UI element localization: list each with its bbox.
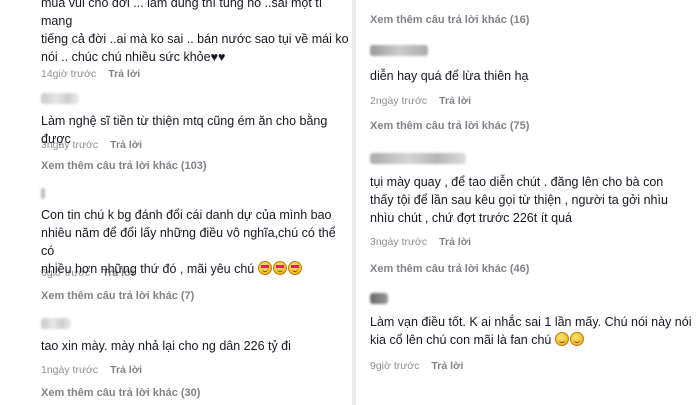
comment-meta: 14giờ trước Trả lời [41,64,140,82]
username-blurred[interactable] [41,318,71,329]
comment-timestamp: 2ngày trước [370,95,428,107]
comment-line: Con tin chú k bg đánh đổi cái danh dự củ… [41,208,332,222]
comment-timestamp: 14giờ trước [41,68,97,80]
view-more-replies[interactable]: Xem thêm câu trả lời khác (103) [41,160,207,172]
comment-meta: 1ngày trước Trả lời [41,360,142,378]
comment-text: diễn hay quá để lừa thiên hạ [370,69,529,83]
view-more-replies[interactable]: Xem thêm câu trả lời khác (16) [370,14,529,26]
username-blurred[interactable] [41,188,45,199]
comment-line: tụi mày quay , để tao diễn chút . đăng l… [370,175,664,189]
view-more-replies[interactable]: Xem thêm câu trả lời khác (7) [41,290,194,302]
comment-line: nhìu chút , chứ đợt trước 226t ít quá [370,211,572,225]
right-comment-panel: Xem thêm câu trả lời khác (16) diễn hay … [356,0,700,405]
smiling-hearts-emoji-icon [257,261,272,275]
comment-line: tiếng cả đời ..ai mà ko sai .. bán nước … [41,32,349,46]
reply-button[interactable]: Trả lời [439,95,471,107]
comment-line: mua vui cho đời ... làm đúng thì tùng nó… [41,0,323,28]
smiling-face-emoji-icon [569,332,584,346]
comment-text: mua vui cho đời ... làm đúng thì tùng nó… [41,0,351,66]
comment-text: tao xin mày. mày nhả lại cho ng dân 226 … [41,339,291,353]
reply-button[interactable]: Trả lời [110,364,142,376]
view-more-replies[interactable]: Xem thêm câu trả lời khác (75) [370,120,529,132]
reply-button[interactable]: Trả lời [110,139,142,151]
comment-text: tụi mày quay , để tao diễn chút . đăng l… [370,173,698,227]
view-more-replies[interactable]: Xem thêm câu trả lời khác (30) [41,387,200,399]
comment-line: nhiêu năm để đổi lấy những điều vô nghĩa… [41,226,336,258]
smiling-hearts-emoji-icon [272,261,287,275]
reply-button[interactable]: Trả lời [102,267,134,279]
comment-meta: 9giờ trước Trả lời [370,356,463,374]
comment-line: kia cổ lên chú con mãi là fan chú [370,331,698,349]
comment-meta: 3ngày trước Trả lời [370,232,471,250]
comment-text: Làm vạn điều tốt. K ai nhắc sai 1 lần mấ… [370,313,698,349]
comment-timestamp: 1ngày trước [41,364,99,376]
comment-timestamp: 9giờ trước [370,360,420,372]
left-comment-panel: mua vui cho đời ... làm đúng thì tùng nó… [0,0,352,405]
reply-button[interactable]: Trả lời [108,68,140,80]
comment-line: thấy tội để lần sau kêu gọi từ thiện , n… [370,193,668,207]
username-blurred[interactable] [370,45,428,56]
username-blurred[interactable] [41,93,79,104]
comment-timestamp: 3ngày trước [370,236,428,248]
comment-meta: 2ngày trước Trả lời [370,91,471,109]
comment-timestamp: 3ngày trước [41,139,99,151]
view-more-replies[interactable]: Xem thêm câu trả lời khác (46) [370,263,529,275]
username-blurred[interactable] [370,293,388,304]
comment-line: Làm vạn điều tốt. K ai nhắc sai 1 lần mấ… [370,315,692,329]
username-blurred[interactable] [370,153,466,164]
smiling-face-emoji-icon [554,332,569,346]
reply-button[interactable]: Trả lời [439,236,471,248]
reply-button[interactable]: Trả lời [431,360,463,372]
comment-line-text: kia cổ lên chú con mãi là fan chú [370,333,552,347]
comment-meta: 6giờ trước Trả lời [41,263,134,281]
comment-timestamp: 6giờ trước [41,267,91,279]
comment-meta: 3ngày trước Trả lời [41,135,142,153]
smiling-hearts-emoji-icon [287,261,302,275]
